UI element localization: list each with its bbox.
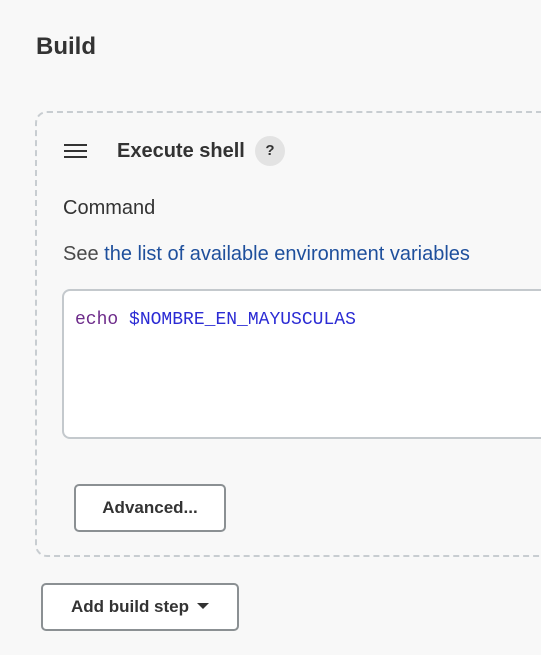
add-build-step-button[interactable]: Add build step: [41, 583, 239, 631]
command-label: Command: [63, 197, 156, 219]
env-vars-link[interactable]: the list of available environment variab…: [104, 243, 470, 265]
command-variable: $NOMBRE_EN_MAYUSCULAS: [129, 310, 356, 330]
command-text: echo $NOMBRE_EN_MAYUSCULAS: [75, 309, 356, 331]
help-button[interactable]: ?: [255, 136, 285, 166]
step-title: Execute shell: [117, 140, 245, 162]
env-vars-description: See the list of available environment va…: [63, 242, 470, 266]
command-keyword: echo: [75, 310, 119, 330]
chevron-down-icon: [197, 602, 210, 609]
build-config-page: Build Execute shell ? Command See the li…: [0, 0, 541, 655]
add-build-step-label: Add build step: [70, 597, 190, 616]
env-vars-prefix: See: [63, 243, 99, 265]
command-textarea[interactable]: echo $NOMBRE_EN_MAYUSCULAS: [62, 289, 541, 439]
drag-handle-icon[interactable]: [64, 144, 87, 158]
advanced-button[interactable]: Advanced...: [74, 484, 226, 532]
section-title: Build: [36, 33, 96, 60]
